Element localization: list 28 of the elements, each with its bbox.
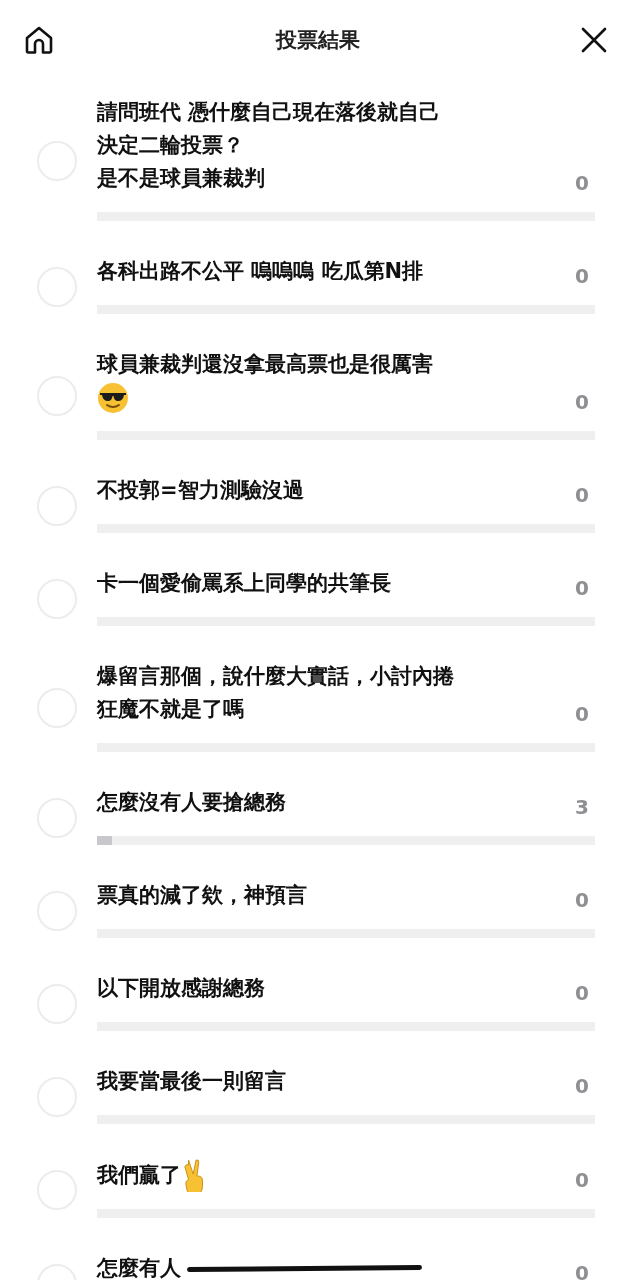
vote-count: 0	[575, 576, 589, 600]
vote-count: 0	[575, 264, 589, 288]
vote-count: 0	[575, 1168, 589, 1192]
vote-count: 0	[575, 888, 589, 912]
vote-count: 0	[575, 702, 589, 726]
option-text: 不投郭=智力測驗沒過	[97, 477, 304, 504]
option-text: 怎麼沒有人要搶總務	[97, 789, 286, 816]
vote-count: 0	[575, 171, 589, 195]
option-text: 怎麼有人	[97, 1255, 181, 1280]
vote-count: 0	[575, 981, 589, 1005]
option-text: 我要當最後一則留言	[97, 1068, 286, 1095]
option-text: 請問班代 憑什麼自己現在落後就自己	[97, 99, 441, 126]
option-text: 我們贏了	[97, 1161, 181, 1189]
option-text: 是不是球員兼裁判	[97, 165, 266, 192]
option-text: 各科出路不公平 嗚嗚嗚 吃瓜第N排	[97, 258, 424, 285]
option-text: 狂魔不就是了嗎	[97, 696, 245, 723]
vote-count: 0	[575, 1261, 589, 1280]
vote-count: 0	[575, 390, 589, 414]
option-text: 票真的減了欸，神預言	[97, 882, 307, 909]
option-text: 球員兼裁判還沒拿最高票也是很厲害	[97, 351, 433, 378]
option-text: 卡一個愛偷罵系上同學的共筆長	[97, 570, 391, 597]
option-text: 決定二輪投票？	[97, 132, 245, 159]
option-text: 以下開放感謝總務	[97, 975, 265, 1002]
page-title: 投票結果	[275, 27, 360, 54]
option-text: 爆留言那個，說什麼大實話，小討內捲	[97, 663, 454, 690]
vote-count: 3	[575, 795, 589, 819]
vote-count: 0	[575, 1074, 589, 1098]
vote-count: 0	[575, 483, 589, 507]
